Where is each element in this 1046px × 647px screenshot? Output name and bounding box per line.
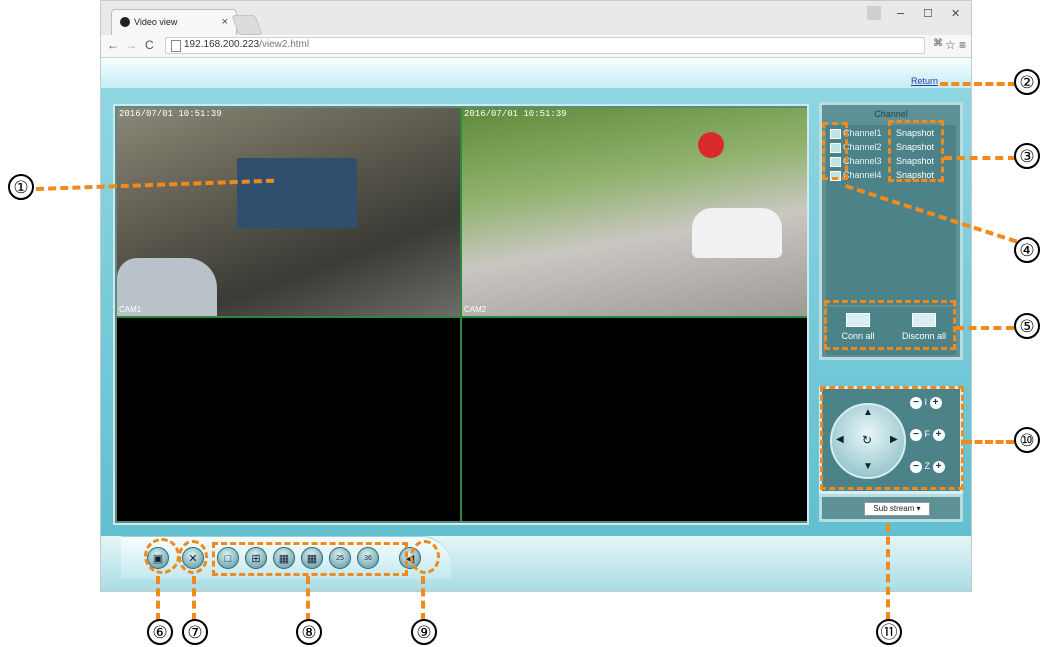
highlight-audio (410, 540, 440, 574)
menu-icon[interactable]: ≡ (959, 38, 966, 52)
leader-9 (421, 576, 425, 621)
highlight-snapshot (888, 120, 944, 182)
page-favicon-icon (120, 17, 130, 27)
forward-icon[interactable]: → (125, 38, 137, 52)
highlight-channel-icons (822, 122, 848, 180)
camera-label: CAM1 (119, 305, 142, 314)
channel-label: Channel1 (843, 128, 882, 138)
return-link[interactable]: Return (911, 76, 938, 86)
tab-close-icon[interactable]: × (222, 16, 228, 28)
callout-10: ⑩ (1014, 427, 1040, 453)
channel-label: Channel2 (843, 142, 882, 152)
leader-10 (964, 440, 1014, 444)
shop-sign (237, 158, 357, 228)
leader-8 (306, 576, 310, 621)
leader-11 (886, 524, 890, 620)
browser-window: Video view × – ☐ ✕ ← → C 192.168.200.223… (100, 0, 972, 592)
highlight-record (144, 538, 180, 574)
highlight-conn (824, 300, 956, 350)
callout-7: ⑦ (182, 619, 208, 645)
video-cell-3[interactable] (117, 318, 460, 521)
stream-select-value: Sub stream (873, 504, 915, 513)
bookmark-star-icon[interactable]: ☆ (945, 38, 956, 52)
highlight-settings (178, 540, 208, 574)
tab-bar: Video view × – ☐ ✕ (101, 1, 971, 35)
channel-label: Channel3 (843, 156, 882, 166)
leader-3 (944, 156, 1016, 160)
callout-3: ③ (1014, 143, 1040, 169)
callout-4: ④ (1014, 237, 1040, 263)
grid-divider-horizontal (117, 316, 807, 318)
video-cell-1[interactable]: 2016/07/01 10:51:39 CAM1 (117, 108, 460, 316)
channel-label: Channel4 (843, 170, 882, 180)
callout-6: ⑥ (147, 619, 173, 645)
video-area: 2016/07/01 10:51:39 CAM1 2016/07/01 10:5… (113, 104, 809, 525)
maximize-button[interactable]: ☐ (923, 7, 933, 20)
video-cell-2[interactable]: 2016/07/01 10:51:39 CAM2 (462, 108, 807, 316)
close-window-button[interactable]: ✕ (951, 7, 960, 20)
white-car (692, 208, 782, 258)
callout-1: ① (8, 174, 34, 200)
reload-icon[interactable]: C (145, 38, 154, 52)
callout-9: ⑨ (411, 619, 437, 645)
stream-select[interactable]: Sub stream ▾ (864, 502, 930, 516)
profile-icon[interactable] (867, 6, 881, 20)
back-icon[interactable]: ← (107, 38, 119, 52)
tab-video-view[interactable]: Video view × (111, 9, 237, 35)
video-cell-4[interactable] (462, 318, 807, 521)
page-icon (171, 40, 181, 52)
url-path: /view2.html (259, 39, 310, 50)
leader-6 (156, 576, 160, 621)
minimize-button[interactable]: – (897, 5, 904, 20)
highlight-ptz (820, 386, 964, 490)
callout-8: ⑧ (296, 619, 322, 645)
translate-icon[interactable]: ⌘ (933, 38, 943, 49)
channel-title: Channel (874, 109, 908, 119)
camera-label: CAM2 (464, 305, 487, 314)
callout-2: ② (1014, 69, 1040, 95)
stream-panel: Sub stream ▾ (819, 494, 963, 522)
address-bar[interactable]: 192.168.200.223/view2.html (165, 37, 925, 54)
address-row: ← → C 192.168.200.223/view2.html ⌘ ☆ ≡ (101, 35, 971, 58)
timestamp: 2016/07/01 10:51:39 (119, 109, 222, 119)
url-host: 192.168.200.223 (184, 39, 260, 50)
timestamp: 2016/07/01 10:51:39 (464, 109, 567, 119)
grid-divider-vertical (460, 108, 462, 521)
leader-2 (940, 82, 1016, 86)
callout-11: ⑪ (876, 619, 902, 645)
callout-5: ⑤ (1014, 313, 1040, 339)
highlight-layouts (212, 542, 408, 576)
leader-5 (956, 326, 1014, 330)
stop-sign (698, 132, 724, 158)
leader-7 (192, 576, 196, 621)
tab-title: Video view (134, 17, 178, 27)
